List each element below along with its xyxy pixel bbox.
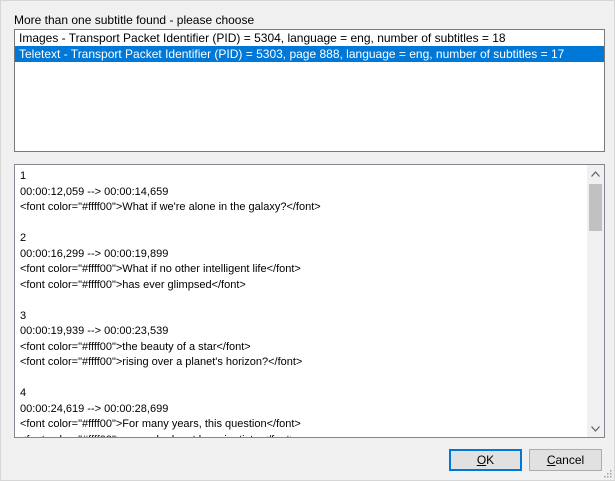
- cancel-mnemonic: C: [546, 453, 556, 467]
- prompt-label: More than one subtitle found - please ch…: [14, 13, 255, 27]
- subtitle-track-item-teletext[interactable]: Teletext - Transport Packet Identifier (…: [15, 46, 604, 62]
- scrollbar-thumb[interactable]: [589, 184, 602, 231]
- resize-grip-icon[interactable]: [602, 468, 612, 478]
- preview-scrollbar[interactable]: [587, 165, 604, 437]
- chevron-down-icon[interactable]: [587, 420, 604, 437]
- ok-label-rest: K: [486, 453, 495, 467]
- chevron-up-icon[interactable]: [587, 165, 604, 182]
- cancel-label-rest: ancel: [555, 453, 585, 467]
- subtitle-track-list[interactable]: Images - Transport Packet Identifier (PI…: [14, 29, 605, 152]
- ok-mnemonic: O: [476, 453, 487, 467]
- subtitle-preview-text: 1 00:00:12,059 --> 00:00:14,659 <font co…: [20, 170, 321, 437]
- cancel-button[interactable]: Cancel: [529, 449, 602, 471]
- subtitle-preview[interactable]: 1 00:00:12,059 --> 00:00:14,659 <font co…: [14, 164, 605, 438]
- ok-button[interactable]: OK: [449, 449, 522, 471]
- choose-subtitle-dialog: More than one subtitle found - please ch…: [0, 0, 615, 481]
- subtitle-track-item-images[interactable]: Images - Transport Packet Identifier (PI…: [15, 30, 604, 46]
